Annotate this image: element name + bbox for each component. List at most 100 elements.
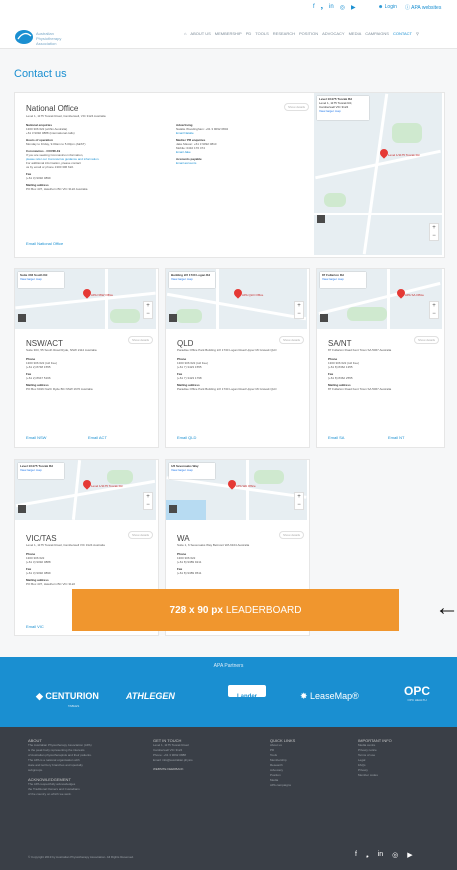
mailing-value: PO Box 437, Hawthorn BC VIC 3122 Austral… [26,187,88,191]
view-larger-map-link[interactable]: View larger map [20,277,62,281]
map-pin-label: APA NSW Office [91,293,114,297]
linkedin-icon[interactable]: in [329,4,334,11]
map-pin-label: APA QLD Office [242,293,264,297]
view-larger-map-link[interactable]: View larger map [319,109,367,113]
national-office-map[interactable]: Level 1/1175 Toorak Rd Level 1/1175 Toor… [314,93,442,255]
map-satellite-toggle[interactable] [18,505,26,513]
map-pin-label: APA WA Office [236,484,256,488]
apa-websites-label: APA websites [411,5,442,11]
mailing-value: Paradise Office Park Building 2/2 1730 L… [177,387,277,391]
email-accounts-link[interactable]: Email accounts [176,161,286,165]
partner-opc[interactable]: OPC OPC HEALTH [404,684,430,702]
branch-title: SA/NT [328,339,352,348]
twitter-icon[interactable]: ❟ [321,4,323,11]
opc-name: OPC [404,684,431,698]
branch-title: WA [177,534,190,543]
nav-tools[interactable]: TOOLS [255,31,269,36]
nav-advocacy[interactable]: ADVOCACY [322,31,344,36]
footer-quick-links: QUICK LINKS About us PD Tools Membership… [270,738,340,788]
mailing-value: PO Box 6016 North Ryde BC NSW 1670 Austr… [26,387,93,391]
view-larger-map-link[interactable]: View larger map [322,277,364,281]
footer-important-link[interactable]: Member codes [358,773,438,778]
map-satellite-toggle[interactable] [18,314,26,322]
email-sa-link[interactable]: Email SA [328,435,344,440]
map-satellite-toggle[interactable] [320,314,328,322]
instagram-icon[interactable]: ◎ [392,851,398,859]
linkedin-icon[interactable]: in [378,851,383,859]
email-vic-link[interactable]: Email VIC [26,624,44,629]
map-zoom-control[interactable]: + − [429,223,439,241]
map-satellite-toggle[interactable] [317,215,325,223]
instagram-icon[interactable]: ◎ [340,4,345,11]
nav-pd[interactable]: PD [246,31,252,36]
search-icon[interactable]: ⚲ [416,31,419,36]
branch-title: VIC/TAS [26,534,57,543]
branch-details: WA Suite 1, 6 Sevenoaks Way Belmont WA 6… [177,534,297,575]
website-feedback-link[interactable]: WEBSITE FEEDBACK [153,767,253,772]
map-info-sub: Level 1, 1175 Toorak Rd, Camberwell VIC … [319,101,353,109]
leaderboard-size: 728 x 90 px [169,604,223,616]
map-satellite-toggle[interactable] [169,505,177,513]
show-details-button[interactable]: Show details [284,103,310,111]
copyright-text: © Copyright 2019 by Australian Physiothe… [28,855,134,859]
partner-athlegen[interactable]: ATHLEGEN [126,686,175,704]
partner-leasemap[interactable]: ✸ LeaseMap® [300,686,359,704]
map-zoom-control[interactable]: + − [143,492,153,510]
mailing-value: 87 Fullarton Road Kent Town SA 5067 Aust… [328,387,392,391]
email-national-office-link[interactable]: Email National Office [26,241,63,246]
facebook-icon[interactable]: f [355,851,357,859]
map-info-box: Level 1/1175 Toorak Rd View larger map [18,463,64,479]
nav-home-icon[interactable]: ⌂ [184,31,186,36]
branch-map[interactable]: APA WA Office 1/6 Sevenoaks Way View lar… [166,460,307,520]
map-zoom-control[interactable]: + − [294,301,304,319]
apa-websites-link[interactable]: ⓘ APA websites [405,4,441,11]
leaderboard-ad[interactable]: 728 x 90 px LEADERBOARD [72,589,399,631]
branch-map[interactable]: Level 1/1175 Toorak Rd Level 1/1175 Toor… [15,460,156,520]
login-label: Login [384,4,397,10]
email-nt-link[interactable]: Email NT [388,435,404,440]
nav-campaigns[interactable]: CAMPAIGNS [365,31,389,36]
email-nsw-link[interactable]: Email NSW [26,435,46,440]
map-zoom-control[interactable]: + − [143,301,153,319]
branch-map[interactable]: APA NSW Office Suite 303 South Rd View l… [15,269,156,329]
nav-position[interactable]: POSITION [299,31,318,36]
map-satellite-toggle[interactable] [169,314,177,322]
login-link[interactable]: ☻ Login [378,4,397,10]
centurion-sub: TABLES [68,704,80,708]
map-info-box: Building 2/2 1730 Logan Rd View larger m… [169,272,215,288]
national-office-details-left: National enquiries 1300 306 622 (within … [26,123,156,191]
branch-map[interactable]: APA QLD Office Building 2/2 1730 Logan R… [166,269,307,329]
partner-centurion[interactable]: ◆ CENTURION TABLES [36,686,99,708]
leaderboard-label: LEADERBOARD [225,604,302,616]
nav-membership[interactable]: MEMBERSHIP [215,31,242,36]
twitter-icon[interactable]: ❟ [366,851,369,859]
view-larger-map-link[interactable]: View larger map [171,277,213,281]
map-zoom-control[interactable]: + − [294,492,304,510]
footer-quick-link[interactable]: APA campaigns [270,783,340,788]
map-zoom-control[interactable]: + − [429,301,439,319]
nav-research[interactable]: RESEARCH [273,31,295,36]
map-pin-label: Level 1/1175 Toorak Rd [388,153,420,157]
page-title: Contact us [14,68,67,80]
email-act-link[interactable]: Email ACT [88,435,107,440]
opc-sub: OPC HEALTH [407,698,427,702]
email-qld-link[interactable]: Email QLD [177,435,196,440]
youtube-icon[interactable]: ▶ [407,851,412,859]
branch-title: QLD [177,339,194,348]
partner-lander[interactable]: Lander [228,685,266,700]
branch-map[interactable]: APA SA Office 87 Fullarton Rd View large… [317,269,442,329]
facebook-icon[interactable]: f [313,4,315,11]
nav-about-us[interactable]: ABOUT US [190,31,210,36]
nav-media[interactable]: MEDIA [349,31,362,36]
footer-ack-line: of the country on which we work. [28,792,72,796]
view-larger-map-link[interactable]: View larger map [171,468,213,472]
view-larger-map-link[interactable]: View larger map [20,468,62,472]
map-info-box: 1/6 Sevenoaks Way View larger map [169,463,215,479]
nav-contact[interactable]: CONTACT [393,31,412,36]
footer-about: ABOUT The Australian Physiotherapy Assoc… [28,738,138,797]
footer-contact: GET IN TOUCH Level 1, 1175 Toorak Road C… [153,738,253,772]
youtube-icon[interactable]: ▶ [351,4,356,11]
athlegen-name: ATHLEGEN [126,691,175,701]
logo-line-3: Association [36,41,57,46]
leasemap-name: LeaseMap® [310,691,359,701]
